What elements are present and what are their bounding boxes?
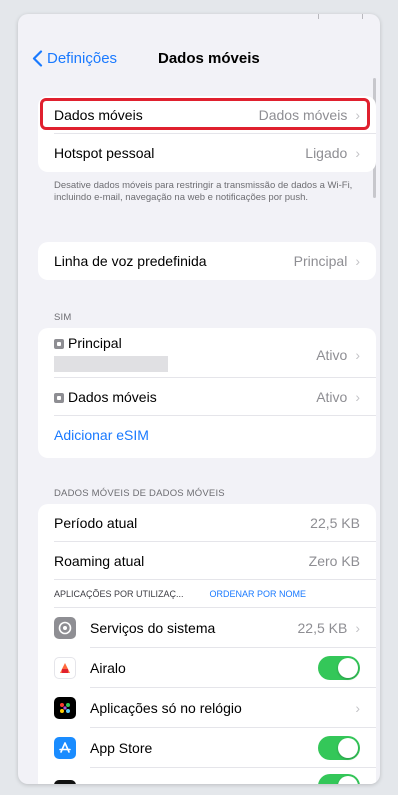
row-value: Ativo (316, 389, 348, 405)
row-label: Linha de voz predefinida (54, 253, 207, 269)
chevron-left-icon (32, 50, 43, 67)
row-value: Ativo (316, 347, 348, 363)
usage-section-label: DADOS MÓVEIS DE DADOS MÓVEIS (54, 488, 225, 499)
row-value: Ligado (305, 145, 348, 161)
chevron-right-icon: › (355, 347, 360, 363)
row-label: Hotspot pessoal (54, 145, 155, 161)
row-label: Principal (68, 335, 122, 351)
apps-header-label: APLICAÇÕES POR UTILIZAÇ... (54, 589, 184, 599)
page-title: Dados móveis (158, 50, 260, 67)
sim-data-label-wrap: Dados móveis (54, 389, 157, 405)
current-period-row: Período atual 22,5 KB (38, 504, 376, 542)
roaming-row: Roaming atual Zero KB (38, 542, 376, 580)
apps-header-row: APLICAÇÕES POR UTILIZAÇ... ORDENAR POR N… (38, 580, 376, 608)
personal-hotspot-row[interactable]: Hotspot pessoal Ligado › (38, 134, 376, 172)
row-value: Principal (293, 253, 348, 269)
app-store-icon (54, 737, 76, 759)
gear-icon (54, 617, 76, 639)
sim-primary-label-wrap: Principal (54, 335, 122, 351)
app-row-airalo: Airalo (38, 648, 376, 688)
highlight-box (40, 98, 370, 130)
airalo-icon (54, 657, 76, 679)
airalo-toggle[interactable] (318, 656, 360, 680)
back-label: Definições (47, 50, 118, 67)
voice-line-group: Linha de voz predefinida Principal › (38, 242, 376, 280)
app-name: Airalo (90, 660, 126, 676)
app-name: Serviços do sistema (90, 620, 216, 636)
sort-by-name-button[interactable]: ORDENAR POR NOME (184, 589, 307, 599)
chevron-right-icon: › (355, 700, 360, 716)
row-label: Dados móveis (68, 389, 157, 405)
default-voice-line-row[interactable]: Linha de voz predefinida Principal › (38, 242, 376, 280)
watch-apps-icon (54, 697, 76, 719)
app-name: Aplicações só no relógio (90, 700, 242, 716)
sim-icon (54, 393, 64, 403)
row-label: Período atual (54, 515, 138, 531)
app-toggle[interactable] (318, 774, 360, 784)
app-icon (54, 780, 76, 784)
sim-group: Principal Ativo › Dados móveis Ativo › Adi… (38, 328, 376, 458)
chevron-right-icon: › (355, 389, 360, 405)
navigation-bar: Definições Dados móveis (18, 44, 380, 74)
cellular-note: Desative dados móveis para restringir a … (54, 180, 353, 203)
back-button[interactable]: Definições (32, 50, 117, 67)
app-store-toggle[interactable] (318, 736, 360, 760)
sim-icon (54, 339, 64, 349)
status-bar-marks (318, 14, 368, 24)
app-row-system-services[interactable]: Serviços do sistema 22,5 KB › (38, 608, 376, 648)
row-value: Zero KB (308, 553, 360, 569)
redacted-number (54, 356, 168, 372)
sim-section-label: SIM (54, 312, 72, 323)
app-row-partial (38, 768, 376, 784)
add-esim-link[interactable]: Adicionar eSIM (38, 416, 376, 454)
chevron-right-icon: › (355, 620, 360, 636)
chevron-right-icon: › (355, 145, 360, 161)
row-value: 22,5 KB (297, 620, 348, 636)
app-row-watch-only[interactable]: Aplicações só no relógio › (38, 688, 376, 728)
app-row-app-store: App Store (38, 728, 376, 768)
settings-screen: Definições Dados móveis Dados móveis Dad… (18, 14, 380, 784)
app-name: App Store (90, 740, 153, 756)
sim-data-row[interactable]: Dados móveis Ativo › (38, 378, 376, 416)
sim-primary-row[interactable]: Principal Ativo › (38, 328, 376, 378)
row-value: 22,5 KB (310, 515, 360, 531)
chevron-right-icon: › (355, 253, 360, 269)
row-label: Roaming atual (54, 553, 145, 569)
usage-group: Período atual 22,5 KB Roaming atual Zero… (38, 504, 376, 784)
